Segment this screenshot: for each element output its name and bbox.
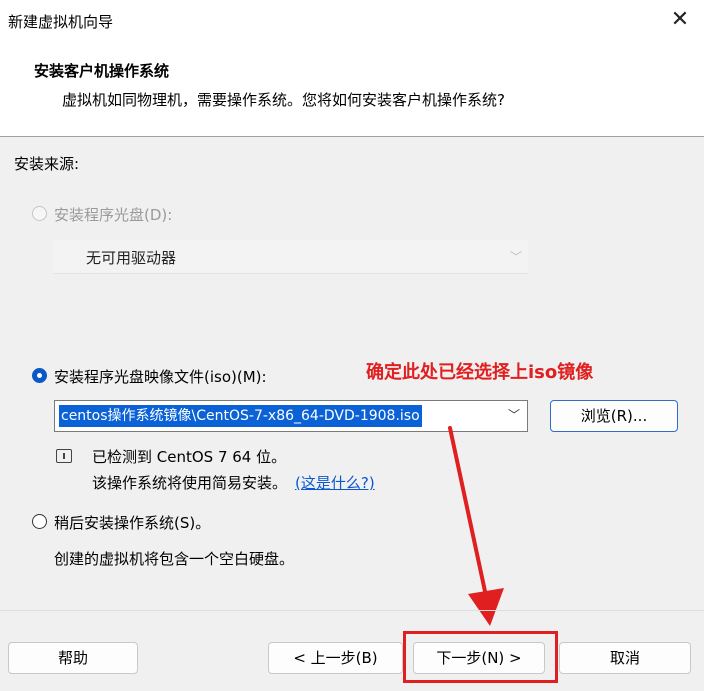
cancel-button[interactable]: 取消 — [559, 642, 691, 674]
footer-divider — [0, 610, 704, 611]
next-button-highlight-box — [403, 631, 558, 683]
red-arrow-annotation — [448, 426, 504, 626]
help-button[interactable]: 帮助 — [8, 642, 138, 674]
back-button[interactable]: < 上一步(B) — [268, 642, 403, 674]
